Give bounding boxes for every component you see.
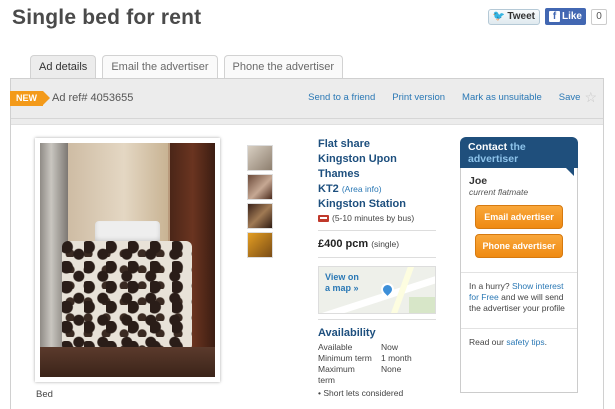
divider [318, 230, 436, 231]
hurry-text: In a hurry? Show interest for Free and w… [469, 281, 569, 314]
star-icon[interactable]: ☆ [584, 90, 597, 104]
availability-value: Now [381, 342, 399, 352]
price: £400 pcm (single) [318, 238, 436, 250]
listing-details: Flat share Kingston Upon Thames KT2 (Are… [318, 137, 436, 398]
availability-key: term [318, 375, 335, 385]
print-version-link[interactable]: Print version [392, 92, 445, 103]
thumbnail-4[interactable] [247, 232, 273, 258]
divider [318, 319, 436, 320]
safety-tips-link[interactable]: safety tips [506, 337, 544, 347]
ad-ref-bar: NEW Ad ref# 4053655 Send to a friend Pri… [10, 79, 603, 119]
divider [461, 272, 577, 273]
tab-ad-details[interactable]: Ad details [30, 55, 97, 80]
twitter-bird-icon: 🐦 [492, 11, 506, 22]
contact-body: Joe current flatmate Email advertiser Ph… [460, 168, 578, 393]
ad-panel: NEW Ad ref# 4053655 Send to a friend Pri… [10, 78, 604, 409]
save-link[interactable]: Save [559, 92, 581, 103]
ad-actions: Send to a friend Print version Mark as u… [291, 90, 597, 104]
like-count: 0 [591, 8, 607, 25]
area-line-2: Thames [318, 168, 360, 180]
safety-prefix: Read our [469, 337, 504, 347]
divider [318, 257, 436, 258]
tweet-button[interactable]: 🐦 Tweet [487, 8, 540, 25]
photo-thumbnails [247, 145, 273, 258]
availability-row: Minimum term 1 month [318, 353, 436, 364]
thumbnail-1[interactable] [247, 145, 273, 171]
email-advertiser-button[interactable]: Email advertiser [475, 205, 563, 229]
postcode: KT2 [318, 183, 339, 195]
like-label: Like [561, 11, 582, 22]
price-note: (single) [371, 239, 400, 249]
main-photo[interactable] [35, 138, 220, 382]
view-on-map-link[interactable]: View on a map » [318, 266, 436, 314]
bed-photo [40, 143, 215, 377]
station-distance-text: (5-10 minutes by bus) [332, 213, 415, 223]
safety-suffix: . [544, 337, 547, 347]
ad-content: Bed Flat share Kingston Upon Thames KT2 … [11, 124, 603, 409]
contact-header-word: Contact [468, 141, 508, 153]
thumbnail-3[interactable] [247, 203, 273, 229]
availability-key: Minimum term [318, 353, 372, 363]
area-info-link[interactable]: (Area info) [342, 184, 382, 194]
ad-reference: Ad ref# 4053655 [52, 92, 134, 104]
availability-value: None [381, 364, 402, 374]
availability-title: Availability [318, 327, 376, 339]
map-link-line-1: View on [325, 272, 359, 282]
availability-row: Available Now [318, 342, 436, 353]
availability-row: Maximum None [318, 364, 436, 375]
mark-unsuitable-link[interactable]: Mark as unsuitable [462, 92, 542, 103]
contact-header-word: the [510, 141, 526, 153]
availability-value: 1 month [381, 353, 412, 363]
postcode-line: KT2 (Area info) [318, 182, 436, 197]
availability-key: Maximum [318, 364, 355, 374]
photo-caption: Bed [36, 389, 53, 400]
tab-email-advertiser[interactable]: Email the advertiser [102, 55, 218, 79]
availability-key: Available [318, 342, 353, 352]
listing-type: Flat share [318, 138, 370, 150]
tab-phone-advertiser[interactable]: Phone the advertiser [223, 55, 344, 79]
safety-text: Read our safety tips. [469, 337, 569, 347]
thumbnail-2[interactable] [247, 174, 273, 200]
price-value: £400 pcm [318, 238, 369, 250]
station-distance: (5-10 minutes by bus) [318, 213, 436, 223]
social-share-bar: 🐦 Tweet f Like 0 [487, 8, 607, 25]
tab-bar: Ad details Email the advertiser Phone th… [30, 55, 344, 80]
short-lets-note: • Short lets considered [318, 388, 404, 398]
facebook-like-button[interactable]: f Like [544, 8, 586, 25]
facebook-icon: f [548, 11, 560, 22]
phone-advertiser-button[interactable]: Phone advertiser [475, 234, 563, 258]
station: Kingston Station [318, 198, 406, 210]
tweet-label: Tweet [507, 11, 535, 22]
divider [461, 328, 577, 329]
send-to-friend-link[interactable]: Send to a friend [308, 92, 375, 103]
contact-box: Contact the advertiser Joe current flatm… [460, 137, 578, 393]
advertiser-role: current flatmate [469, 187, 529, 197]
availability-table: Available Now Minimum term 1 month Maxim… [318, 342, 436, 386]
area-line-1: Kingston Upon [318, 153, 397, 165]
hurry-prefix: In a hurry? [469, 281, 510, 291]
bus-icon [318, 214, 329, 222]
map-link-line-2: a map » [325, 283, 359, 293]
contact-header: Contact the advertiser [460, 137, 578, 176]
availability-row: term [318, 375, 436, 386]
new-badge: NEW [10, 91, 50, 106]
contact-header-word: advertiser [468, 153, 519, 165]
map-link-text: View on a map » [325, 272, 359, 294]
page-title: Single bed for rent [12, 6, 202, 29]
advertiser-name: Joe [469, 175, 488, 187]
